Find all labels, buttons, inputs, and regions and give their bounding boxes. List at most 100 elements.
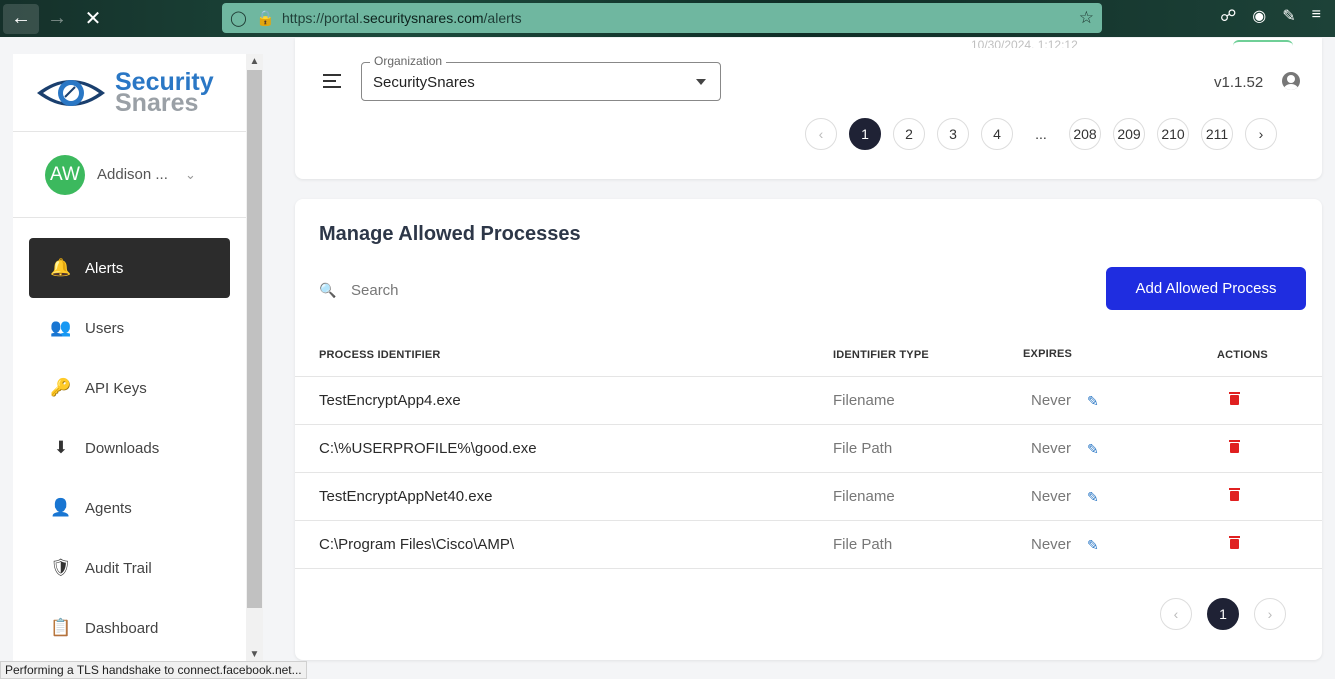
column-header-expires[interactable]: EXPIRES xyxy=(1023,348,1072,360)
sidebar-item-audit-trail[interactable]: 🛡 Audit Trail xyxy=(29,538,230,598)
sidebar-item-label: Alerts xyxy=(85,259,124,277)
identifier-type-cell: Filename xyxy=(833,488,895,505)
sidebar-item-label: Agents xyxy=(85,499,132,517)
sidebar-item-label: Users xyxy=(85,319,125,337)
scroll-up-icon[interactable]: ▲ xyxy=(246,56,263,67)
pencil-icon[interactable]: ✎ xyxy=(1087,441,1099,458)
browser-toolbar: ← → ✕ ◯ 🔒 https://portal.securitysnares.… xyxy=(0,0,1335,37)
add-allowed-process-button[interactable]: Add Allowed Process xyxy=(1106,267,1306,310)
scrollbar-thumb[interactable] xyxy=(247,70,262,608)
bookmark-star-icon[interactable]: ☆ xyxy=(1079,8,1094,28)
identifier-type-cell: File Path xyxy=(833,536,893,553)
logo[interactable]: Security Snares xyxy=(13,54,246,132)
chevron-down-icon[interactable]: ⌄ xyxy=(185,167,196,183)
column-header-process-identifier[interactable]: PROCESS IDENTIFIER xyxy=(319,349,441,361)
process-identifier-cell: TestEncryptAppNet40.exe xyxy=(319,488,493,505)
person-icon: 👤 xyxy=(50,498,72,517)
app-version: v1.1.52 xyxy=(1214,74,1264,91)
page-button[interactable]: 210 xyxy=(1157,118,1189,150)
partially-hidden-status-badge xyxy=(1233,40,1293,48)
page-button[interactable]: 2 xyxy=(893,118,925,150)
column-header-actions: ACTIONS xyxy=(1217,349,1268,361)
shield-outline-icon: ◯ xyxy=(230,10,247,27)
next-page-button[interactable]: › xyxy=(1245,118,1277,150)
hamburger-menu-icon[interactable] xyxy=(323,74,341,92)
table-row: C:\%USERPROFILE%\good.exe File Path Neve… xyxy=(295,425,1322,473)
page-button[interactable]: 209 xyxy=(1113,118,1145,150)
table-pagination: ‹ 1 › xyxy=(1160,598,1286,630)
sidebar-item-api-keys[interactable]: 🔑 API Keys xyxy=(29,358,230,418)
alerts-header-card: 10/30/2024, 1:12:12 Organization Securit… xyxy=(295,38,1322,179)
page-button[interactable]: 1 xyxy=(1207,598,1239,630)
expires-cell: Never xyxy=(1031,536,1072,553)
prev-page-button[interactable]: ‹ xyxy=(805,118,837,150)
search-icon: 🔍 xyxy=(319,281,337,298)
eye-logo-icon xyxy=(37,79,105,106)
pocket-icon[interactable]: ☍ xyxy=(1220,6,1236,26)
organization-select[interactable]: Organization SecuritySnares xyxy=(361,54,721,101)
avatar: AW xyxy=(45,154,85,195)
menu-icon[interactable]: ≡ xyxy=(1312,6,1321,26)
page-ellipsis: ... xyxy=(1025,118,1057,150)
pencil-icon[interactable]: ✎ xyxy=(1087,537,1099,554)
process-identifier-cell: C:\Program Files\Cisco\AMP\ xyxy=(319,536,515,553)
sidebar-item-label: Downloads xyxy=(85,439,160,457)
account-circle-icon[interactable]: ◉ xyxy=(1252,6,1266,26)
column-header-identifier-type[interactable]: IDENTIFIER TYPE xyxy=(833,349,929,361)
sidebar-item-downloads[interactable]: ⬇ Downloads xyxy=(29,418,230,478)
sidebar-nav: 🔔 Alerts 👥 Users 🔑 API Keys ⬇ Downloads … xyxy=(13,218,246,658)
extensions-icon[interactable]: ✎ xyxy=(1282,6,1295,26)
stop-loading-icon[interactable]: ✕ xyxy=(75,4,111,34)
logo-text-snares: Snares xyxy=(115,88,199,117)
scroll-down-icon[interactable]: ▼ xyxy=(246,649,263,660)
sidebar-item-label: Audit Trail xyxy=(85,559,152,577)
sidebar-item-agents[interactable]: 👤 Agents xyxy=(29,478,230,538)
alerts-pagination: ‹ 1 2 3 4 ... 208 209 210 211 › xyxy=(805,118,1277,150)
key-icon: 🔑 xyxy=(50,378,72,397)
address-bar[interactable]: ◯ 🔒 https://portal.securitysnares.com/al… xyxy=(222,3,1102,33)
sidebar-item-label: Dashboard xyxy=(85,619,159,637)
page-title: Manage Allowed Processes xyxy=(319,223,581,245)
table-row: C:\Program Files\Cisco\AMP\ File Path Ne… xyxy=(295,521,1322,569)
badge-icon: 📋 xyxy=(50,618,72,637)
pencil-icon[interactable]: ✎ xyxy=(1087,489,1099,506)
sidebar-scrollbar[interactable]: ▲ ▼ xyxy=(246,54,263,664)
sidebar-item-alerts[interactable]: 🔔 Alerts xyxy=(29,238,230,298)
organization-label: Organization xyxy=(370,54,447,68)
trash-icon[interactable] xyxy=(1229,440,1240,453)
lock-icon: 🔒 xyxy=(256,10,275,27)
top-bar: Organization SecuritySnares v1.1.52 xyxy=(295,48,1322,120)
sidebar-item-label: API Keys xyxy=(85,379,147,397)
back-arrow-icon[interactable]: ← xyxy=(3,3,39,34)
forward-arrow-icon[interactable]: → xyxy=(39,4,75,34)
search-input[interactable] xyxy=(351,281,651,299)
sidebar-item-dashboard[interactable]: 📋 Dashboard xyxy=(29,598,230,658)
trash-icon[interactable] xyxy=(1229,488,1240,501)
process-identifier-cell: C:\%USERPROFILE%\good.exe xyxy=(319,440,537,457)
identifier-type-cell: File Path xyxy=(833,440,893,457)
table-row: TestEncryptAppNet40.exe Filename Never ✎ xyxy=(295,473,1322,521)
identifier-type-cell: Filename xyxy=(833,392,895,409)
trash-icon[interactable] xyxy=(1229,536,1240,549)
expires-cell: Never xyxy=(1031,488,1072,505)
browser-status-bar: Performing a TLS handshake to connect.fa… xyxy=(0,661,307,679)
organization-value: SecuritySnares xyxy=(373,74,475,91)
pencil-icon[interactable]: ✎ xyxy=(1087,393,1099,410)
page-button[interactable]: 1 xyxy=(849,118,881,150)
user-menu[interactable]: AW Addison ... ⌄ xyxy=(13,132,246,218)
page-button[interactable]: 3 xyxy=(937,118,969,150)
download-icon: ⬇ xyxy=(53,438,69,457)
sidebar-item-users[interactable]: 👥 Users xyxy=(29,298,230,358)
url-text: https://portal.securitysnares.com/alerts xyxy=(282,10,522,26)
trash-icon[interactable] xyxy=(1229,392,1240,405)
page-button[interactable]: 211 xyxy=(1201,118,1233,150)
expires-cell: Never xyxy=(1031,440,1072,457)
page-button[interactable]: 4 xyxy=(981,118,1013,150)
account-icon[interactable] xyxy=(1282,72,1300,90)
prev-page-button[interactable]: ‹ xyxy=(1160,598,1192,630)
sidebar: Security Snares AW Addison ... ⌄ 🔔 Alert… xyxy=(13,54,246,664)
shield-icon: 🛡 xyxy=(50,558,72,577)
bell-icon: 🔔 xyxy=(50,258,72,277)
page-button[interactable]: 208 xyxy=(1069,118,1101,150)
next-page-button[interactable]: › xyxy=(1254,598,1286,630)
